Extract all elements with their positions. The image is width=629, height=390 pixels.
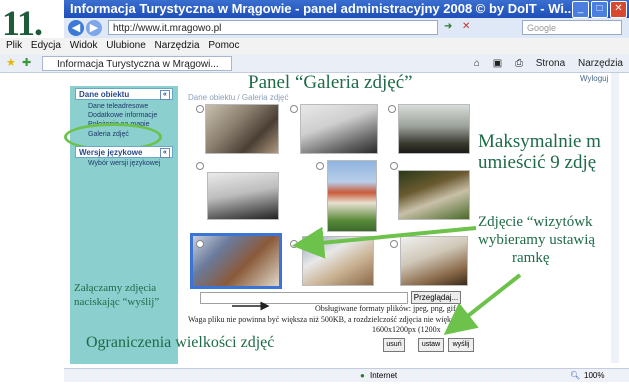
arrow-to-selected-photo: [292, 226, 477, 259]
arrow-to-send-button: [443, 273, 522, 335]
annotation-arrows: [232, 226, 522, 335]
